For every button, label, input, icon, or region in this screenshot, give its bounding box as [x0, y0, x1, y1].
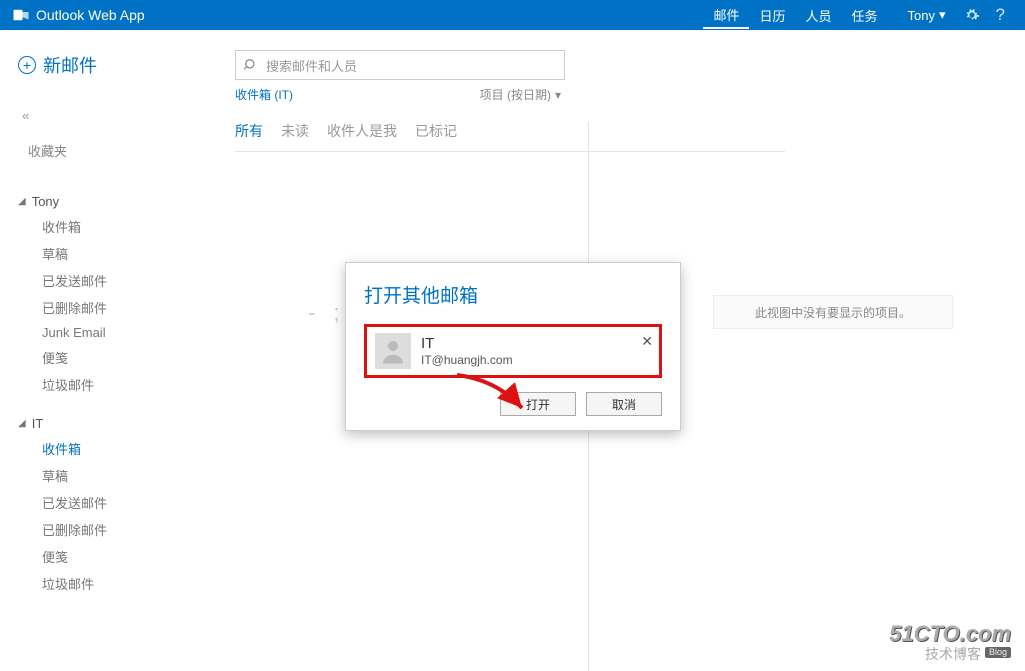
mailbox-email: IT@huangjh.com [421, 353, 513, 367]
modal-overlay: 打开其他邮箱 IT IT@huangjh.com ✕ 打开 取消 [0, 0, 1025, 671]
open-mailbox-dialog: 打开其他邮箱 IT IT@huangjh.com ✕ 打开 取消 [345, 262, 681, 431]
dialog-title: 打开其他邮箱 [364, 281, 662, 308]
clear-button[interactable]: ✕ [641, 333, 653, 350]
watermark-url: 51CTO.com [889, 623, 1011, 645]
mailbox-name: IT [421, 335, 513, 353]
avatar-icon [375, 333, 411, 369]
watermark-sub: 技术博客Blog [889, 647, 1011, 661]
mailbox-input[interactable]: IT IT@huangjh.com ✕ [364, 324, 662, 378]
cancel-button[interactable]: 取消 [586, 392, 662, 416]
watermark: 51CTO.com 技术博客Blog [889, 623, 1011, 661]
open-button[interactable]: 打开 [500, 392, 576, 416]
